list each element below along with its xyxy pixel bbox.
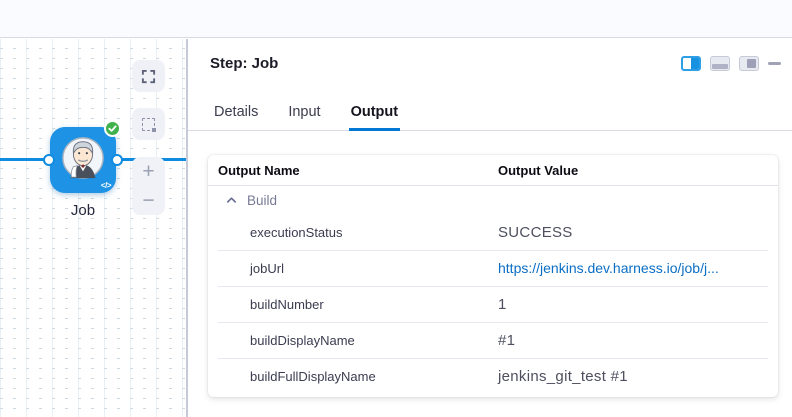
marquee-select-icon [142, 118, 155, 131]
node-label: Job [20, 202, 146, 219]
tab-details[interactable]: Details [212, 96, 260, 131]
node-port-left[interactable] [43, 154, 55, 166]
jenkins-butler-icon [60, 135, 106, 181]
zoom-out-button[interactable]: − [132, 186, 165, 215]
success-check-icon [104, 120, 121, 137]
output-name: buildFullDisplayName [208, 369, 498, 384]
output-name: buildDisplayName [208, 333, 498, 348]
output-name: buildNumber [208, 297, 498, 312]
table-row: buildDisplayName #1 [208, 322, 778, 358]
table-group-row-build[interactable]: Build [208, 186, 778, 214]
panel-actions [681, 56, 781, 71]
canvas-select-button[interactable] [132, 108, 165, 140]
layout-overlay-view-icon[interactable] [739, 56, 759, 71]
table-header: Output Name Output Value [208, 155, 778, 186]
output-value: SUCCESS [498, 224, 573, 241]
table-row: buildFullDisplayName jenkins_git_test #1 [208, 358, 778, 394]
group-label: Build [247, 193, 277, 208]
layout-right-view-icon[interactable] [681, 56, 701, 71]
canvas-zoom-controls: + − [132, 157, 165, 215]
canvas-fullscreen-button[interactable] [132, 60, 165, 92]
panel-title: Step: Job [210, 55, 278, 72]
top-header-strip [0, 0, 792, 38]
node-port-right[interactable] [111, 154, 123, 166]
table-row: jobUrl https://jenkins.dev.harness.io/jo… [208, 250, 778, 286]
output-value: 1 [498, 296, 507, 313]
chevron-up-icon[interactable] [226, 195, 237, 206]
output-name: jobUrl [208, 261, 498, 276]
column-header-output-name: Output Name [208, 163, 498, 178]
column-header-output-value: Output Value [498, 163, 578, 178]
zoom-in-button[interactable]: + [132, 157, 165, 186]
step-details-panel: Step: Job Details Input Output Output Na… [188, 39, 792, 417]
code-icon: </> [101, 181, 111, 190]
table-row: buildNumber 1 [208, 286, 778, 322]
tab-input[interactable]: Input [286, 96, 322, 131]
tab-output[interactable]: Output [349, 96, 401, 131]
output-name: executionStatus [208, 225, 498, 240]
output-value: jenkins_git_test #1 [498, 368, 628, 385]
output-table-card: Output Name Output Value Build execution… [208, 155, 778, 397]
pipeline-canvas[interactable]: </> Job + − [0, 39, 186, 417]
output-value: #1 [498, 332, 515, 349]
fullscreen-icon [141, 69, 156, 84]
pipeline-step-node-job[interactable]: </> [50, 127, 116, 193]
layout-bottom-view-icon[interactable] [710, 56, 730, 71]
output-value-link[interactable]: https://jenkins.dev.harness.io/job/j... [498, 260, 719, 276]
minimize-panel-icon[interactable] [768, 62, 781, 65]
table-row: executionStatus SUCCESS [208, 214, 778, 250]
step-tabs: Details Input Output [188, 96, 792, 131]
